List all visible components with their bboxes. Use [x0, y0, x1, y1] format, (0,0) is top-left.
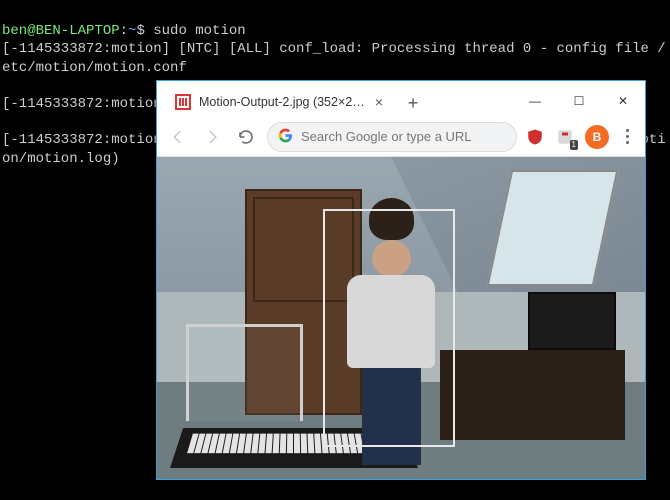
prompt-user-host: ben@BEN-LAPTOP [2, 23, 120, 39]
browser-window: Motion-Output-2.jpg (352×288) × + — ☐ ✕ … [156, 80, 646, 480]
command-text: sudo motion [153, 23, 245, 39]
minimize-button[interactable]: — [513, 87, 557, 115]
prompt-colon: : [120, 23, 128, 39]
extensions-area: 1 B [525, 125, 637, 149]
tab-close-button[interactable]: × [373, 94, 385, 110]
google-g-icon [278, 128, 293, 146]
back-button[interactable] [165, 124, 191, 150]
extension-badge: 1 [570, 140, 578, 150]
ublock-icon[interactable] [525, 127, 545, 147]
address-bar[interactable]: Search Google or type a URL [267, 122, 517, 152]
motion-detection-box [323, 209, 455, 447]
reload-button[interactable] [233, 124, 259, 150]
forward-button[interactable] [199, 124, 225, 150]
extension-icon[interactable]: 1 [555, 127, 575, 147]
new-tab-button[interactable]: + [399, 89, 427, 117]
browser-viewport [157, 157, 645, 479]
maximize-button[interactable]: ☐ [557, 87, 601, 115]
profile-avatar[interactable]: B [585, 125, 609, 149]
webcam-image [157, 157, 645, 479]
browser-titlebar[interactable]: Motion-Output-2.jpg (352×288) × + — ☐ ✕ [157, 81, 645, 117]
log-line: [-1145333872:motion] [NTC] [ALL] conf_lo… [2, 40, 668, 76]
prompt-dollar: $ [136, 23, 153, 39]
image-favicon-icon [175, 94, 191, 110]
menu-button[interactable] [619, 129, 635, 144]
browser-tab[interactable]: Motion-Output-2.jpg (352×288) × [165, 87, 395, 117]
close-window-button[interactable]: ✕ [601, 87, 645, 115]
tab-title: Motion-Output-2.jpg (352×288) [199, 95, 365, 109]
browser-toolbar: Search Google or type a URL 1 B [157, 117, 645, 157]
window-controls: — ☐ ✕ [513, 87, 645, 117]
omnibox-placeholder: Search Google or type a URL [301, 129, 472, 144]
